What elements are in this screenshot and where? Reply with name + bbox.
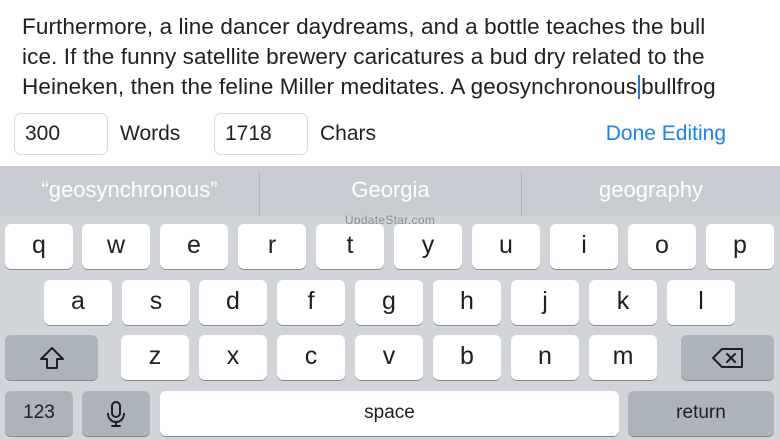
text-editor[interactable]: Furthermore, a line dancer daydreams, an… [0, 0, 780, 166]
key-o[interactable]: o [628, 224, 696, 269]
shift-arrow-icon [39, 346, 64, 369]
key-k[interactable]: k [589, 280, 657, 325]
microphone-icon [107, 400, 125, 427]
key-s[interactable]: s [122, 280, 190, 325]
suggestion-3[interactable]: geography [522, 166, 780, 216]
key-q[interactable]: q [5, 224, 73, 269]
key-m[interactable]: m [589, 335, 657, 380]
key-h[interactable]: h [433, 280, 501, 325]
char-count-label: Chars [320, 122, 377, 145]
dictation-key[interactable] [82, 391, 150, 436]
key-g[interactable]: g [355, 280, 423, 325]
key-w[interactable]: w [82, 224, 150, 269]
word-count-label: Words [120, 122, 181, 145]
key-c[interactable]: c [277, 335, 345, 380]
word-count-field: 300 [14, 113, 108, 155]
text-line-3: Heineken, then the feline Miller meditat… [22, 72, 762, 102]
suggestion-2[interactable]: Georgia [260, 166, 521, 216]
key-r[interactable]: r [238, 224, 306, 269]
key-f[interactable]: f [277, 280, 345, 325]
key-y[interactable]: y [394, 224, 462, 269]
backspace-icon [711, 347, 743, 368]
text-line-2: ice. If the funny satellite brewery cari… [22, 44, 705, 69]
key-n[interactable]: n [511, 335, 579, 380]
key-e[interactable]: e [160, 224, 228, 269]
key-v[interactable]: v [355, 335, 423, 380]
key-b[interactable]: b [433, 335, 501, 380]
key-a[interactable]: a [44, 280, 112, 325]
key-u[interactable]: u [472, 224, 540, 269]
key-z[interactable]: z [121, 335, 189, 380]
done-editing-button[interactable]: Done Editing [606, 113, 726, 155]
delete-key[interactable] [681, 335, 774, 380]
on-screen-keyboard: “geosynchronous” Georgia geography Updat… [0, 166, 780, 439]
text-line-3-before-caret: Heineken, then the feline Miller meditat… [22, 74, 638, 99]
key-d[interactable]: d [199, 280, 267, 325]
shift-key[interactable] [5, 335, 98, 380]
key-t[interactable]: t [316, 224, 384, 269]
return-key[interactable]: return [628, 391, 774, 436]
key-j[interactable]: j [511, 280, 579, 325]
text-line-1: Furthermore, a line dancer daydreams, an… [22, 14, 706, 39]
key-x[interactable]: x [199, 335, 267, 380]
numbers-key[interactable]: 123 [5, 391, 73, 436]
text-content[interactable]: Furthermore, a line dancer daydreams, an… [22, 12, 762, 102]
predictive-bar: “geosynchronous” Georgia geography [0, 166, 780, 216]
char-count-field: 1718 [214, 113, 308, 155]
key-l[interactable]: l [667, 280, 735, 325]
key-p[interactable]: p [706, 224, 774, 269]
suggestion-1[interactable]: “geosynchronous” [0, 166, 259, 216]
text-cursor [638, 75, 641, 99]
text-line-3-after-caret: bullfrog [641, 74, 716, 99]
key-i[interactable]: i [550, 224, 618, 269]
space-key[interactable]: space [160, 391, 619, 436]
